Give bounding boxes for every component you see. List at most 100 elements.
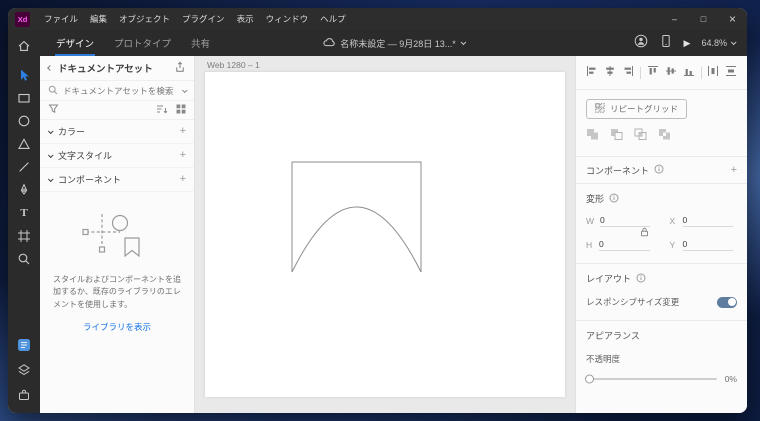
layout-label: レイアウト <box>586 274 632 284</box>
cloud-icon <box>322 37 335 49</box>
libraries-icon[interactable] <box>15 337 33 353</box>
component-section-header: コンポーネント + <box>576 157 747 184</box>
rectangle-tool-icon[interactable] <box>15 90 33 106</box>
assets-search-input[interactable] <box>63 85 177 96</box>
boolean-add-icon[interactable] <box>586 128 600 146</box>
titlebar: Xd ファイル 編集 オブジェクト プラグイン 表示 ウィンドウ ヘルプ – □… <box>8 8 747 30</box>
y-field[interactable]: Y 0 <box>670 239 733 251</box>
show-libraries-link[interactable]: ライブラリを表示 <box>40 321 194 333</box>
create-component-button[interactable]: + <box>731 164 737 176</box>
minimize-button[interactable]: – <box>660 8 689 30</box>
responsive-resize-toggle[interactable] <box>717 296 737 308</box>
menu-item-window[interactable]: ウィンドウ <box>260 8 315 30</box>
play-button[interactable]: ▶ <box>684 38 691 49</box>
chevron-down-icon[interactable] <box>181 86 188 93</box>
zoom-level-control[interactable]: 64.8% <box>701 38 737 48</box>
repeat-grid-icon <box>595 103 605 115</box>
x-field[interactable]: X 0 <box>670 215 733 227</box>
home-icon[interactable] <box>15 38 33 54</box>
grid-view-icon[interactable] <box>176 101 186 119</box>
align-middle-vertical-icon[interactable] <box>665 64 677 82</box>
align-center-horizontal-icon[interactable] <box>604 64 616 82</box>
x-field-value[interactable]: 0 <box>682 215 733 227</box>
arch-shape[interactable] <box>205 72 565 397</box>
repeat-grid-button[interactable]: リピートグリッド <box>586 99 688 119</box>
artboard-label[interactable]: Web 1280 – 1 <box>207 60 260 70</box>
boolean-subtract-icon[interactable] <box>610 128 624 146</box>
opacity-label: 不透明度 <box>586 354 621 364</box>
window-controls: – □ × <box>660 8 747 30</box>
add-character-style-button[interactable]: + <box>180 150 186 161</box>
separator <box>640 67 641 79</box>
menu-item-plugins[interactable]: プラグイン <box>176 8 231 30</box>
maximize-button[interactable]: □ <box>689 8 718 30</box>
section-colors[interactable]: カラー + <box>40 120 194 144</box>
line-tool-icon[interactable] <box>15 159 33 175</box>
export-icon[interactable] <box>174 61 186 76</box>
opacity-slider[interactable] <box>585 374 717 384</box>
canvas[interactable]: Web 1280 – 1 <box>195 56 575 413</box>
artboard[interactable] <box>205 72 565 397</box>
chevron-down-icon <box>47 127 54 134</box>
polygon-tool-icon[interactable] <box>15 136 33 152</box>
zoom-tool-icon[interactable] <box>15 251 33 267</box>
header-right-controls: ▶ 64.8% <box>634 34 747 53</box>
distribute-vertical-icon[interactable] <box>725 64 737 82</box>
document-title-text: 名称未設定 — 9月28日 13...* <box>340 38 456 49</box>
document-title[interactable]: 名称未設定 — 9月28日 13...* <box>322 30 467 56</box>
info-icon[interactable] <box>609 193 619 205</box>
menu-item-edit[interactable]: 編集 <box>84 8 113 30</box>
section-components[interactable]: コンポーネント + <box>40 168 194 192</box>
boolean-exclude-icon[interactable] <box>658 128 672 146</box>
assets-panel: ドキュメントアセット ドキュメントアセットを検索 カラー + 文字スタイル + … <box>40 56 195 413</box>
tab-design[interactable]: デザイン <box>46 30 104 56</box>
empty-state-illustration <box>40 208 194 264</box>
add-component-button[interactable]: + <box>180 174 186 185</box>
section-components-label: コンポーネント <box>58 175 122 185</box>
add-color-button[interactable]: + <box>180 126 186 137</box>
align-left-icon[interactable] <box>586 64 598 82</box>
height-field-label: H <box>586 240 593 250</box>
tab-prototype[interactable]: プロトタイプ <box>104 30 181 56</box>
distribute-horizontal-icon[interactable] <box>707 64 719 82</box>
property-inspector: リピートグリッド コンポーネント + 変形 W 0 X 0 H 0 Y 0 レイ… <box>575 56 747 413</box>
align-right-icon[interactable] <box>622 64 634 82</box>
tab-share[interactable]: 共有 <box>181 30 220 56</box>
info-icon[interactable] <box>636 273 646 285</box>
section-character-styles[interactable]: 文字スタイル + <box>40 144 194 168</box>
zoom-level-value: 64.8% <box>701 38 727 48</box>
plugins-icon[interactable] <box>15 387 33 403</box>
opacity-slider-knob[interactable] <box>585 374 594 384</box>
xd-window: Xd ファイル 編集 オブジェクト プラグイン 表示 ウィンドウ ヘルプ – □… <box>8 8 747 413</box>
text-tool-icon[interactable]: T <box>15 205 33 221</box>
y-field-value[interactable]: 0 <box>682 239 733 251</box>
filter-icon[interactable] <box>48 101 59 119</box>
layers-icon[interactable] <box>15 362 33 378</box>
menu-item-view[interactable]: 表示 <box>231 8 260 30</box>
boolean-intersect-icon[interactable] <box>634 128 648 146</box>
boolean-operations <box>576 119 747 157</box>
account-avatar-icon[interactable] <box>634 34 648 53</box>
back-chevron-icon[interactable] <box>47 65 53 71</box>
menu-item-help[interactable]: ヘルプ <box>314 8 352 30</box>
info-icon[interactable] <box>654 164 664 176</box>
transform-label: 変形 <box>586 194 605 204</box>
separator <box>700 67 701 79</box>
pen-tool-icon[interactable] <box>15 182 33 198</box>
layout-section: レイアウト レスポンシブサイズ変更 <box>576 264 747 321</box>
chevron-down-icon <box>460 39 467 46</box>
align-top-icon[interactable] <box>647 64 659 82</box>
xd-logo: Xd <box>15 11 30 27</box>
artboard-tool-icon[interactable] <box>15 228 33 244</box>
menu-item-object[interactable]: オブジェクト <box>113 8 176 30</box>
device-preview-icon[interactable] <box>659 34 673 53</box>
ellipse-tool-icon[interactable] <box>15 113 33 129</box>
select-tool-icon[interactable] <box>15 67 33 83</box>
lock-aspect-icon[interactable] <box>640 224 649 242</box>
align-bottom-icon[interactable] <box>683 64 695 82</box>
chevron-down-icon <box>47 175 54 182</box>
menu-item-file[interactable]: ファイル <box>38 8 84 30</box>
close-button[interactable]: × <box>718 8 747 30</box>
sort-list-view-icon[interactable] <box>156 101 168 119</box>
width-field-label: W <box>586 216 595 226</box>
